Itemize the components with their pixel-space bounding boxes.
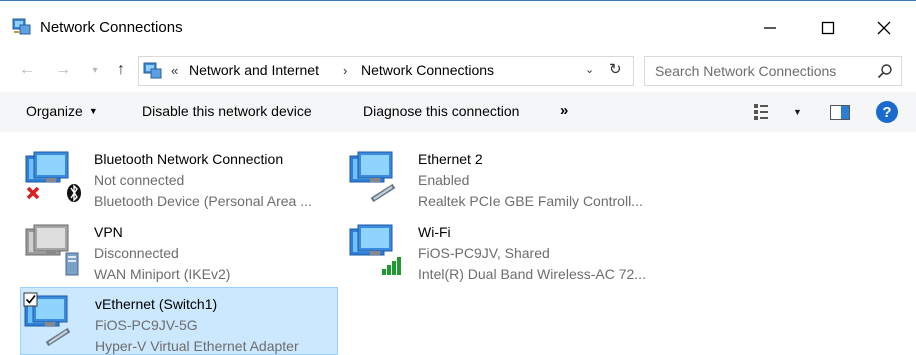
diagnose-connection-button[interactable]: Diagnose this connection <box>363 103 519 119</box>
up-button[interactable]: ↑ <box>110 58 132 82</box>
connection-item-vethernet-switch1[interactable]: vEthernet (Switch1) FiOS-PC9JV-5G Hyper-… <box>20 287 338 355</box>
organize-label: Organize <box>26 103 83 119</box>
command-bar: Organize ▼ Disable this network device Di… <box>0 92 916 132</box>
breadcrumb-separator[interactable]: › <box>343 63 347 78</box>
breadcrumb-network-connections[interactable]: Network Connections <box>361 62 494 78</box>
back-arrow-icon: ← <box>19 61 35 78</box>
view-options-icon[interactable] <box>754 104 774 120</box>
forward-button[interactable]: → <box>52 58 74 82</box>
chevron-down-icon: ▼ <box>88 106 98 116</box>
close-icon <box>877 21 891 35</box>
refresh-icon: ↻ <box>609 61 622 78</box>
connection-device: Hyper-V Virtual Ethernet Adapter <box>95 338 299 354</box>
connection-device: WAN Miniport (IKEv2) <box>94 266 231 282</box>
chevron-down-icon: ▼ <box>793 107 802 117</box>
search-icon <box>877 64 892 79</box>
breadcrumb-network-and-internet[interactable]: Network and Internet <box>189 62 319 78</box>
monitor-ethernet-icon <box>349 151 396 203</box>
connection-name: Ethernet 2 <box>418 151 483 167</box>
connection-name: vEthernet (Switch1) <box>95 296 218 312</box>
connection-device: Intel(R) Dual Band Wireless-AC 72... <box>418 266 646 282</box>
minimize-button[interactable] <box>748 11 792 45</box>
maximize-button[interactable] <box>806 11 850 45</box>
connection-item-bluetooth[interactable]: Bluetooth Network Connection Not connect… <box>20 140 338 209</box>
address-bar[interactable]: « Network and Internet › Network Connect… <box>138 56 634 86</box>
recent-locations-button[interactable]: ▾ <box>84 58 106 82</box>
connection-name: Wi-Fi <box>418 224 451 240</box>
connection-item-wifi[interactable]: Wi-Fi FiOS-PC9JV, Shared Intel(R) Dual B… <box>344 213 662 282</box>
forward-arrow-icon: → <box>55 61 71 78</box>
preview-pane-icon[interactable] <box>830 105 850 120</box>
help-icon[interactable]: ? <box>876 101 898 123</box>
connection-device: Realtek PCIe GBE Family Controll... <box>418 193 643 209</box>
search-placeholder: Search Network Connections <box>655 63 837 79</box>
address-dropdown-button[interactable]: ⌄ <box>585 63 594 76</box>
connection-device: Bluetooth Device (Personal Area ... <box>94 193 312 209</box>
chevron-down-icon: ▾ <box>92 64 98 76</box>
connection-status: FiOS-PC9JV-5G <box>95 317 198 333</box>
title-bar: Network Connections <box>0 0 916 51</box>
disable-network-device-button[interactable]: Disable this network device <box>142 103 312 119</box>
connection-item-vpn[interactable]: VPN Disconnected WAN Miniport (IKEv2) <box>20 213 338 282</box>
connection-item-ethernet-2[interactable]: Ethernet 2 Enabled Realtek PCIe GBE Fami… <box>344 140 662 209</box>
up-arrow-icon: ↑ <box>117 61 125 78</box>
network-connections-icon <box>12 18 31 35</box>
connection-status: Disconnected <box>94 245 179 261</box>
monitor-ethernet-selected-icon <box>23 292 71 347</box>
window-title: Network Connections <box>40 19 183 36</box>
more-commands-button[interactable]: » <box>560 102 568 119</box>
monitor-vpn-icon <box>25 224 79 276</box>
organize-button[interactable]: Organize ▼ <box>26 103 98 119</box>
address-row: ← → ▾ ↑ « Network and Internet › Network… <box>0 50 916 90</box>
connection-status: Enabled <box>418 172 470 188</box>
connection-status: FiOS-PC9JV, Shared <box>418 245 550 261</box>
close-button[interactable] <box>862 11 906 45</box>
view-dropdown-button[interactable]: ▼ <box>793 107 802 117</box>
maximize-icon <box>821 21 835 35</box>
minimize-icon <box>764 27 776 29</box>
network-connections-icon <box>143 62 162 79</box>
connection-status: Not connected <box>94 172 185 188</box>
connection-name: Bluetooth Network Connection <box>94 151 284 167</box>
connection-name: VPN <box>94 224 123 240</box>
chevron-down-icon: ⌄ <box>585 64 595 76</box>
refresh-button[interactable]: ↻ <box>609 60 622 78</box>
monitor-bluetooth-disconnected-icon <box>25 151 81 202</box>
monitor-wifi-icon <box>349 224 401 275</box>
back-button[interactable]: ← <box>16 58 38 82</box>
connections-list: Bluetooth Network Connection Not connect… <box>0 132 916 355</box>
search-input[interactable]: Search Network Connections <box>644 56 902 86</box>
breadcrumb-overflow[interactable]: « <box>171 63 178 78</box>
